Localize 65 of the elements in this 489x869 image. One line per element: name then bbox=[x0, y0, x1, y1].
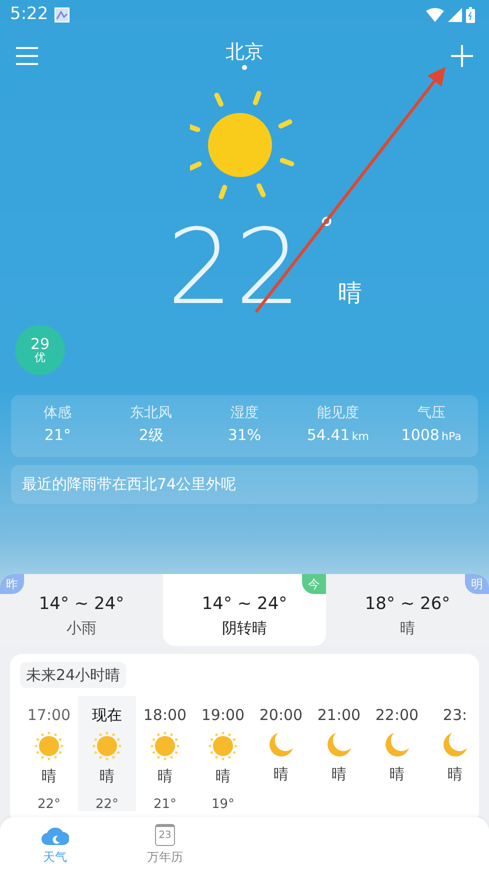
detail-value: 1008 hPa bbox=[400, 425, 462, 446]
weather-condition: 晴 bbox=[338, 278, 362, 309]
battery-icon bbox=[466, 7, 475, 23]
detail-label: 能见度 bbox=[316, 404, 360, 423]
nav-tab[interactable]: 23 万年历 bbox=[110, 817, 220, 869]
moon-icon bbox=[441, 730, 469, 758]
hour-condition: 晴 bbox=[272, 764, 290, 784]
hour-condition: 晴 bbox=[98, 766, 116, 786]
hourly-summary: 未来24小时晴 bbox=[20, 662, 126, 688]
status-time: 5:22 bbox=[10, 3, 48, 26]
wifi-icon bbox=[426, 8, 444, 22]
hour-time: 20:00 bbox=[258, 705, 304, 726]
moon-icon bbox=[383, 730, 411, 758]
detail-label: 体感 bbox=[42, 404, 73, 423]
day-temperature-range: 14° ~ 24° bbox=[38, 592, 126, 616]
hour-time: 19:00 bbox=[200, 705, 246, 726]
hour-temperature: 22° bbox=[36, 796, 62, 814]
moon-icon bbox=[267, 730, 295, 758]
add-city-button[interactable] bbox=[451, 45, 473, 67]
day-badge: 明 bbox=[465, 574, 489, 594]
detail-label: 气压 bbox=[416, 404, 446, 423]
hour-condition: 晴 bbox=[40, 766, 58, 786]
detail-label: 湿度 bbox=[230, 404, 260, 423]
day-temperature-range: 18° ~ 26° bbox=[364, 592, 452, 616]
signal-icon bbox=[448, 8, 462, 22]
hour-temperature: 21° bbox=[152, 796, 178, 814]
detail-value: 31% bbox=[226, 425, 262, 446]
detail-value: 54.41 km bbox=[306, 425, 370, 446]
hour-time: 现在 bbox=[91, 705, 123, 726]
detail-value: 2级 bbox=[138, 425, 164, 446]
day-condition: 小雨 bbox=[66, 618, 98, 639]
temperature-value: 22 bbox=[166, 215, 304, 319]
hour-condition: 晴 bbox=[388, 764, 406, 784]
hour-temperature: 19° bbox=[210, 796, 236, 814]
city-title: 北京 bbox=[226, 42, 264, 62]
hour-time: 17:00 bbox=[26, 705, 72, 726]
detail-value: 21° bbox=[43, 425, 72, 446]
menu-button[interactable] bbox=[16, 47, 38, 65]
hour-time: 21:00 bbox=[316, 705, 362, 726]
day-condition: 阴转晴 bbox=[221, 618, 268, 639]
sun-icon bbox=[92, 730, 122, 760]
day-condition: 晴 bbox=[399, 618, 416, 639]
sun-icon bbox=[208, 730, 238, 760]
day-tab[interactable]: 今 14° ~ 24° 阴转晴 bbox=[163, 574, 326, 646]
hour-condition: 晴 bbox=[214, 766, 232, 786]
hour-condition: 晴 bbox=[330, 764, 348, 784]
image-icon bbox=[54, 7, 70, 23]
hour-condition: 晴 bbox=[446, 764, 464, 784]
moon-icon bbox=[325, 730, 353, 758]
plus-icon bbox=[451, 45, 473, 67]
day-temperature-range: 14° ~ 24° bbox=[200, 592, 288, 616]
sun-icon bbox=[150, 730, 180, 760]
page-indicator-dot bbox=[242, 65, 247, 70]
detail-label: 东北风 bbox=[129, 404, 174, 423]
hour-time: 23: bbox=[442, 705, 468, 726]
day-badge: 今 bbox=[302, 574, 326, 594]
day-badge: 昨 bbox=[0, 574, 24, 594]
hour-temperature: 22° bbox=[94, 796, 120, 814]
menu-icon bbox=[16, 47, 38, 65]
sun-icon bbox=[34, 730, 64, 760]
rain-notice: 最近的降雨带在西北74公里外呢 bbox=[11, 465, 478, 504]
hour-time: 22:00 bbox=[374, 705, 420, 726]
hour-condition: 晴 bbox=[156, 766, 174, 786]
calendar-icon: 23 bbox=[155, 824, 175, 846]
hour-time: 18:00 bbox=[142, 705, 188, 726]
